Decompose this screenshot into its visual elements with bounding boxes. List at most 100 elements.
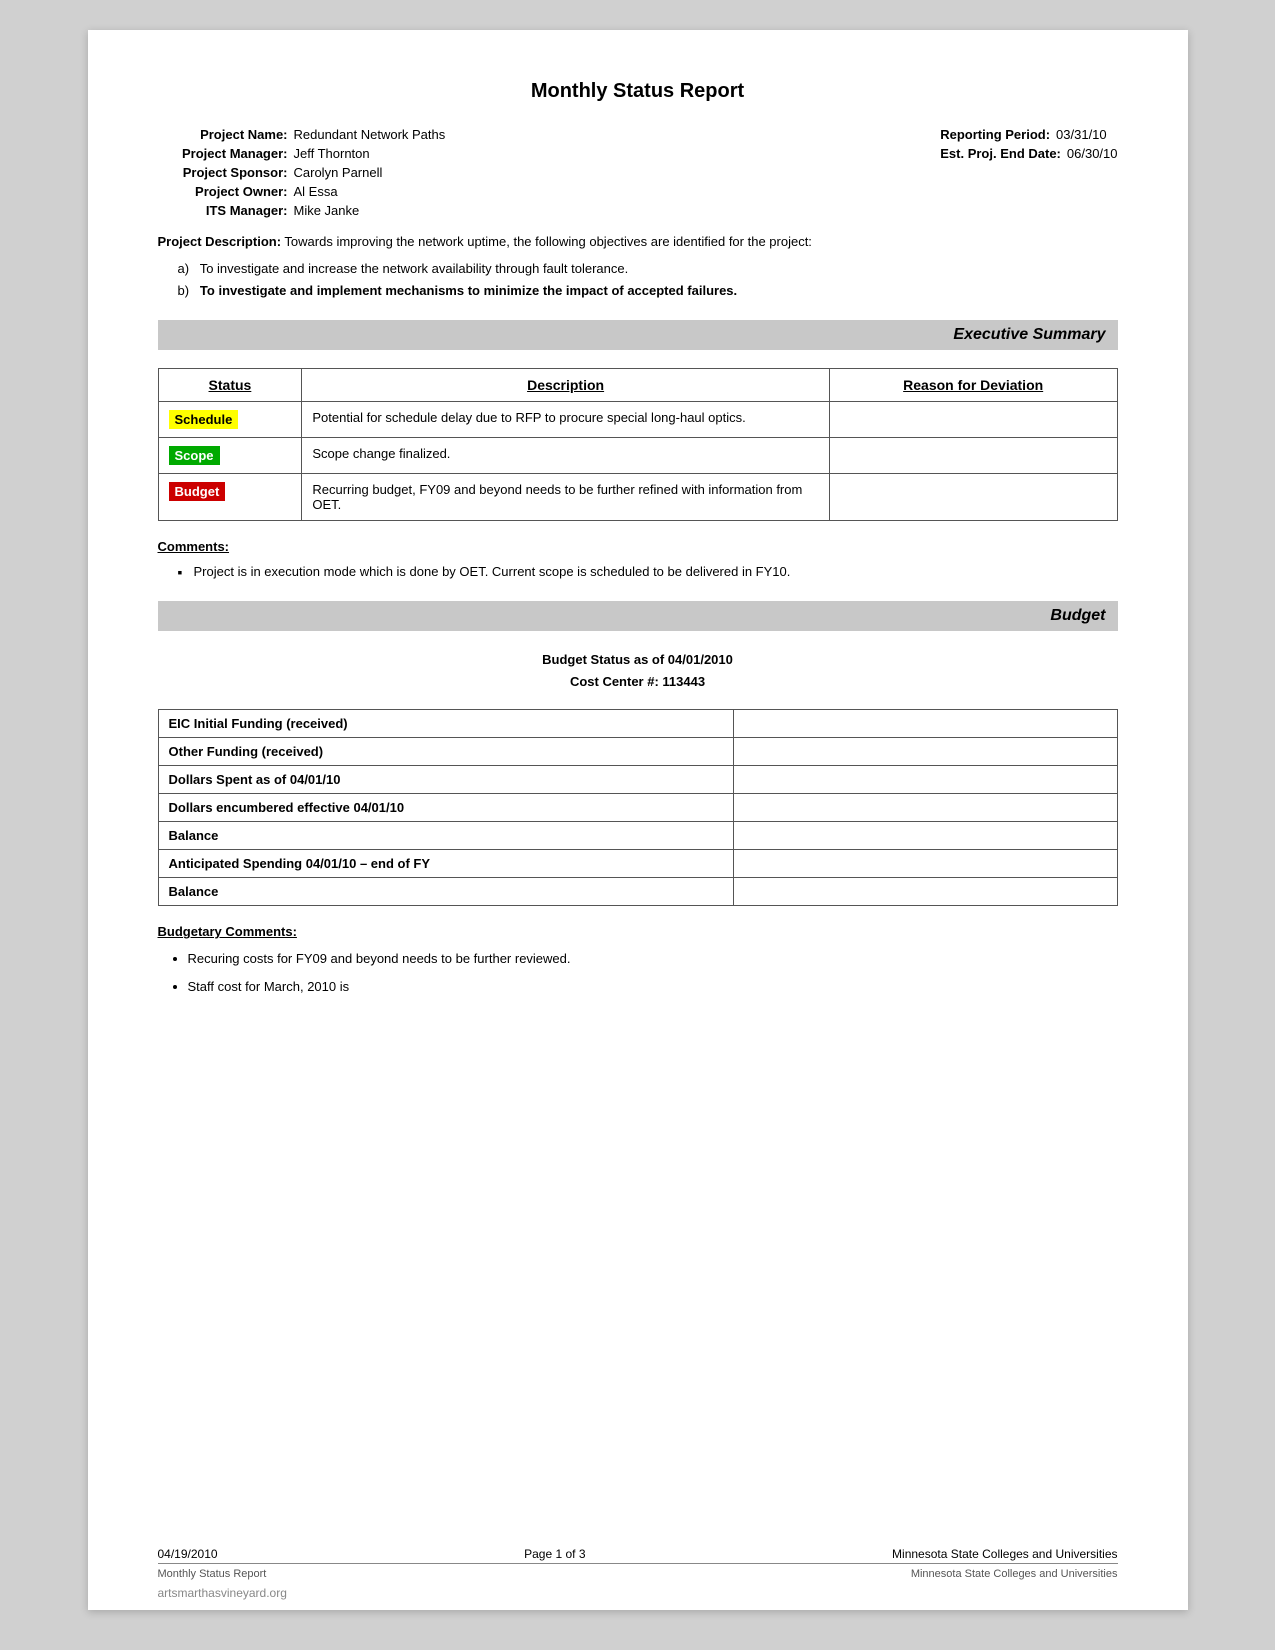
table-row: Anticipated Spending 04/01/10 – end of F… xyxy=(158,850,1117,878)
description-item-b: To investigate and implement mechanisms … xyxy=(178,280,1118,302)
scope-description-cell: Scope change finalized. xyxy=(302,437,829,473)
status-budget-cell: Budget xyxy=(158,473,302,520)
project-manager-label: Project Manager: xyxy=(158,146,288,161)
project-sponsor-value: Carolyn Parnell xyxy=(294,165,383,180)
col-header-description: Description xyxy=(302,368,829,401)
reporting-period-label: Reporting Period: xyxy=(940,127,1050,142)
project-sponsor-label: Project Sponsor: xyxy=(158,165,288,180)
budget-row-anticipated-label: Anticipated Spending 04/01/10 – end of F… xyxy=(158,850,733,878)
footer-top: 04/19/2010 Page 1 of 3 Minnesota State C… xyxy=(158,1547,1118,1561)
description-list: To investigate and increase the network … xyxy=(178,258,1118,302)
table-row: Dollars Spent as of 04/01/10 xyxy=(158,766,1117,794)
project-info-right: Reporting Period: 03/31/10 Est. Proj. En… xyxy=(940,127,1117,218)
project-name-label: Project Name: xyxy=(158,127,288,142)
comments-section: Comments: Project is in execution mode w… xyxy=(158,539,1118,582)
table-row: Dollars encumbered effective 04/01/10 xyxy=(158,794,1117,822)
footer-doc-type: Monthly Status Report xyxy=(158,1568,267,1580)
executive-summary-table: Status Description Reason for Deviation … xyxy=(158,368,1118,521)
schedule-reason-cell xyxy=(829,401,1117,437)
its-manager-row: ITS Manager: Mike Janke xyxy=(158,203,446,218)
budget-row-balance1-label: Balance xyxy=(158,822,733,850)
budget-status-badge: Budget xyxy=(169,482,226,501)
description-text: Towards improving the network uptime, th… xyxy=(284,234,812,249)
budget-row-balance1-value xyxy=(733,822,1117,850)
scope-reason-cell xyxy=(829,437,1117,473)
desc-item-b-text: To investigate and implement mechanisms … xyxy=(200,283,737,298)
budget-row-spent-value xyxy=(733,766,1117,794)
budget-row-other-label: Other Funding (received) xyxy=(158,738,733,766)
list-item: Recuring costs for FY09 and beyond needs… xyxy=(188,949,1118,969)
reporting-period-row: Reporting Period: 03/31/10 xyxy=(940,127,1117,142)
table-row: Scope Scope change finalized. xyxy=(158,437,1117,473)
schedule-status-badge: Schedule xyxy=(169,410,239,429)
table-row: EIC Initial Funding (received) xyxy=(158,710,1117,738)
est-end-row: Est. Proj. End Date: 06/30/10 xyxy=(940,146,1117,161)
footer-bottom: Monthly Status Report Minnesota State Co… xyxy=(158,1563,1118,1580)
footer-page: Page 1 of 3 xyxy=(524,1547,585,1561)
est-end-value: 06/30/10 xyxy=(1067,146,1118,161)
col-header-reason: Reason for Deviation xyxy=(829,368,1117,401)
reporting-period-value: 03/31/10 xyxy=(1056,127,1107,142)
project-owner-value: Al Essa xyxy=(294,184,338,199)
project-name-row: Project Name: Redundant Network Paths xyxy=(158,127,446,142)
description-label: Project Description: xyxy=(158,234,282,249)
budget-table: EIC Initial Funding (received) Other Fun… xyxy=(158,709,1118,906)
budget-section-header: Budget xyxy=(158,601,1118,631)
schedule-description-cell: Potential for schedule delay due to RFP … xyxy=(302,401,829,437)
comments-label: Comments: xyxy=(158,539,1118,554)
budget-status-title: Budget Status as of 04/01/2010 xyxy=(158,649,1118,671)
executive-summary-header: Executive Summary xyxy=(158,320,1118,350)
document-page: Monthly Status Report Project Name: Redu… xyxy=(88,30,1188,1610)
table-header-row: Status Description Reason for Deviation xyxy=(158,368,1117,401)
project-sponsor-row: Project Sponsor: Carolyn Parnell xyxy=(158,165,446,180)
executive-summary-title: Executive Summary xyxy=(953,326,1105,343)
budget-section-title: Budget xyxy=(1050,607,1105,624)
comments-list: Project is in execution mode which is do… xyxy=(178,562,1118,582)
project-manager-row: Project Manager: Jeff Thornton xyxy=(158,146,446,161)
status-scope-cell: Scope xyxy=(158,437,302,473)
est-end-label: Est. Proj. End Date: xyxy=(940,146,1061,161)
table-row: Budget Recurring budget, FY09 and beyond… xyxy=(158,473,1117,520)
table-row: Other Funding (received) xyxy=(158,738,1117,766)
table-row: Balance xyxy=(158,878,1117,906)
project-manager-value: Jeff Thornton xyxy=(294,146,370,161)
budgetary-comments-label: Budgetary Comments: xyxy=(158,924,1118,939)
desc-item-a-text: To investigate and increase the network … xyxy=(200,261,629,276)
budget-description-cell: Recurring budget, FY09 and beyond needs … xyxy=(302,473,829,520)
its-manager-value: Mike Janke xyxy=(294,203,360,218)
table-row: Balance xyxy=(158,822,1117,850)
budget-row-encumbered-value xyxy=(733,794,1117,822)
footer-date: 04/19/2010 xyxy=(158,1547,218,1561)
footer-org: Minnesota State Colleges and Universitie… xyxy=(892,1547,1117,1561)
project-description: Project Description: Towards improving t… xyxy=(158,232,1118,252)
watermark: artsmarthasvineyard.org xyxy=(158,1586,287,1600)
budget-reason-cell xyxy=(829,473,1117,520)
table-row: Schedule Potential for schedule delay du… xyxy=(158,401,1117,437)
list-item: Project is in execution mode which is do… xyxy=(178,562,1118,582)
page-title: Monthly Status Report xyxy=(158,80,1118,103)
budget-row-eic-value xyxy=(733,710,1117,738)
footer-org-bottom: Minnesota State Colleges and Universitie… xyxy=(911,1568,1118,1580)
list-item: Staff cost for March, 2010 is xyxy=(188,977,1118,997)
page-footer: 04/19/2010 Page 1 of 3 Minnesota State C… xyxy=(158,1547,1118,1580)
col-header-status: Status xyxy=(158,368,302,401)
scope-status-badge: Scope xyxy=(169,446,220,465)
status-schedule-cell: Schedule xyxy=(158,401,302,437)
budget-row-balance2-value xyxy=(733,878,1117,906)
project-owner-row: Project Owner: Al Essa xyxy=(158,184,446,199)
description-item-a: To investigate and increase the network … xyxy=(178,258,1118,280)
project-info-left: Project Name: Redundant Network Paths Pr… xyxy=(158,127,446,218)
budget-row-anticipated-value xyxy=(733,850,1117,878)
budget-row-other-value xyxy=(733,738,1117,766)
budgetary-list: Recuring costs for FY09 and beyond needs… xyxy=(188,949,1118,996)
budget-row-eic-label: EIC Initial Funding (received) xyxy=(158,710,733,738)
budget-title-area: Budget Status as of 04/01/2010 Cost Cent… xyxy=(158,649,1118,693)
budgetary-comments-section: Budgetary Comments: Recuring costs for F… xyxy=(158,924,1118,996)
budget-row-balance2-label: Balance xyxy=(158,878,733,906)
project-name-value: Redundant Network Paths xyxy=(294,127,446,142)
its-manager-label: ITS Manager: xyxy=(158,203,288,218)
budget-row-encumbered-label: Dollars encumbered effective 04/01/10 xyxy=(158,794,733,822)
project-owner-label: Project Owner: xyxy=(158,184,288,199)
budget-cost-center: Cost Center #: 113443 xyxy=(158,671,1118,693)
budget-row-spent-label: Dollars Spent as of 04/01/10 xyxy=(158,766,733,794)
